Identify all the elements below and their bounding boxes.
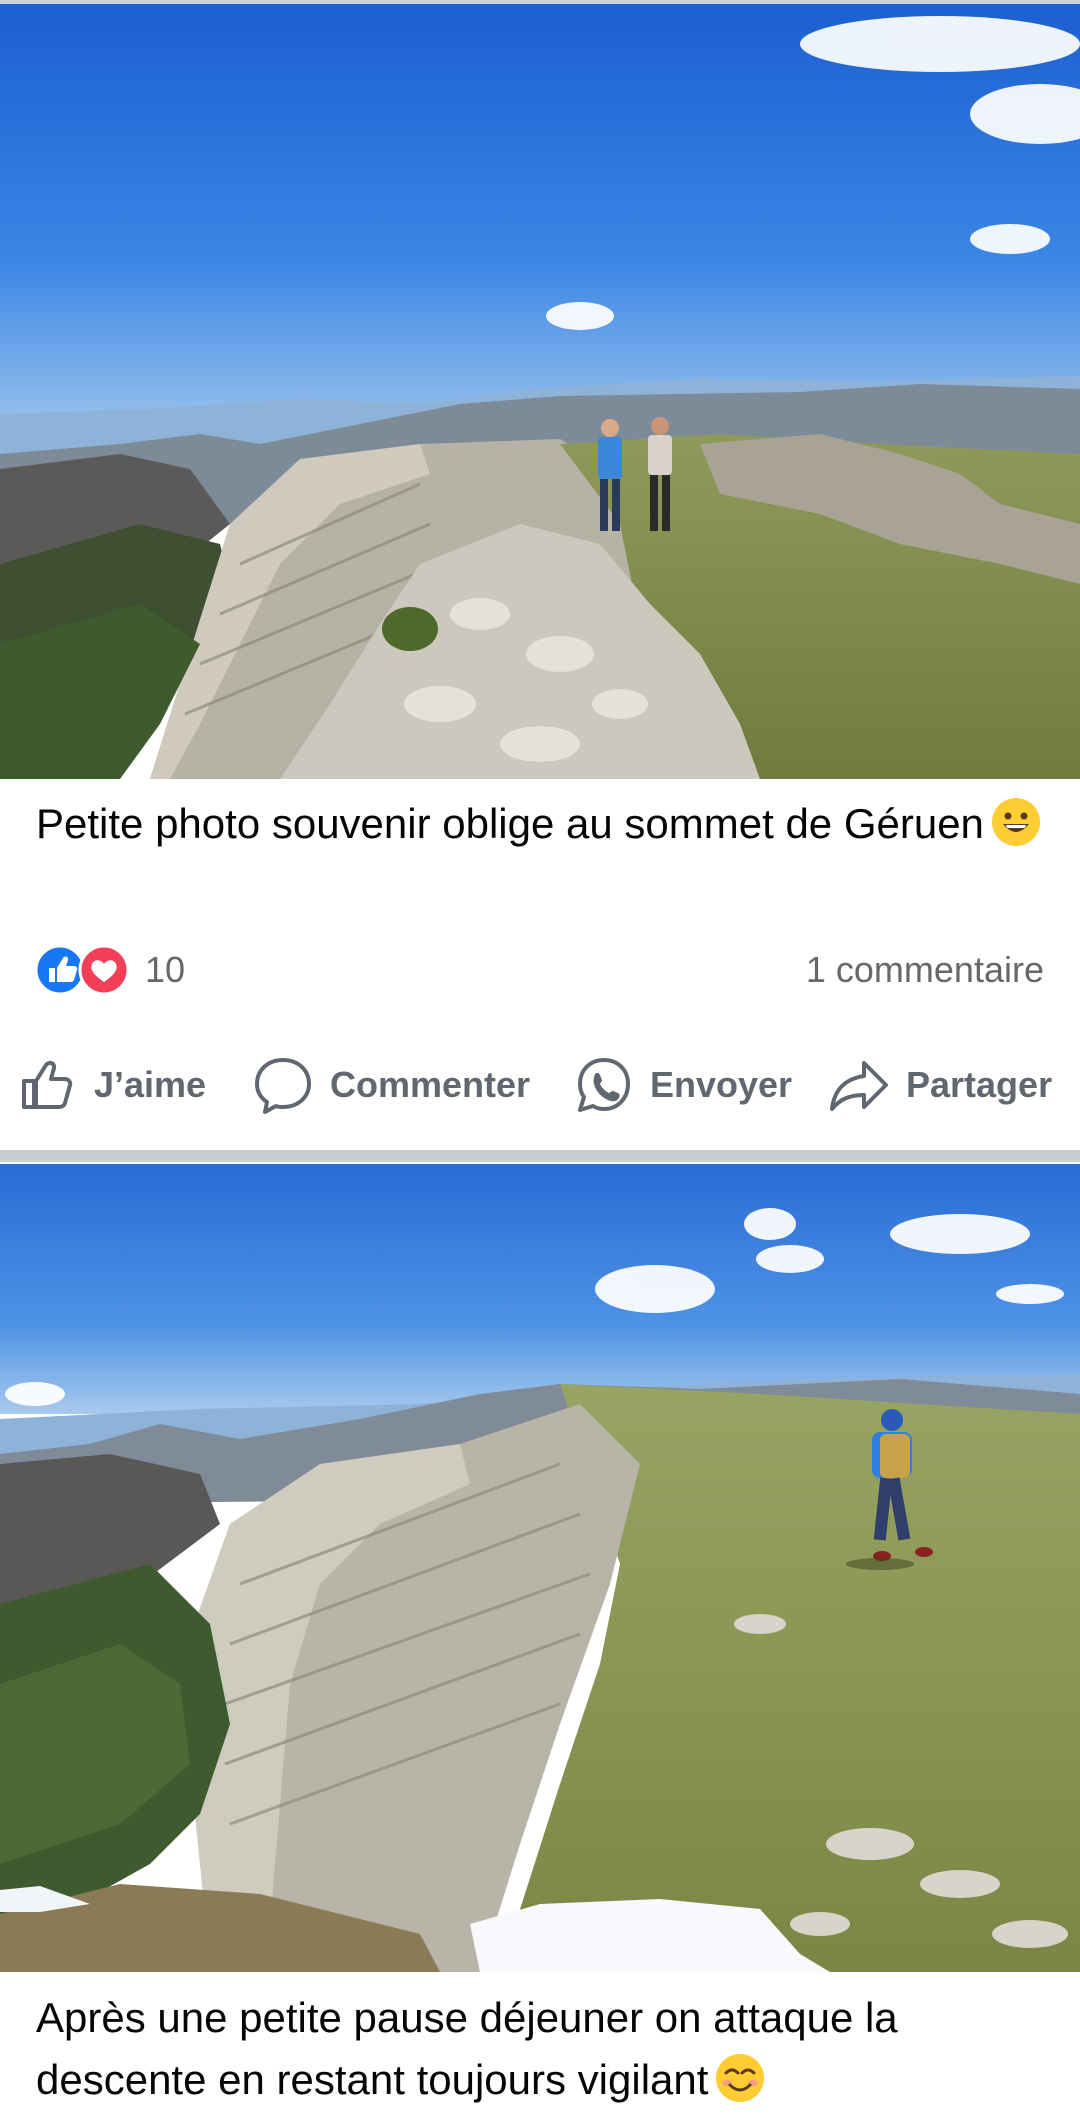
comment-button[interactable]: Commenter: [252, 1050, 530, 1120]
share-button[interactable]: Partager: [828, 1050, 1052, 1120]
post-photo-descent[interactable]: [0, 1164, 1080, 1972]
thumbs-up-icon: [22, 1060, 73, 1109]
like-label: J’aime: [94, 1064, 207, 1105]
send-label: Envoyer: [650, 1064, 793, 1105]
speech-bubble-icon: [255, 1058, 311, 1114]
reaction-count[interactable]: 10: [145, 949, 185, 991]
post-caption: Après une petite pause déjeuner on attaq…: [36, 1987, 1046, 2111]
love-reaction-icon: [78, 944, 130, 996]
reaction-icons[interactable]: [34, 944, 134, 996]
smiling-face-with-smiling-eyes-emoji: [716, 2054, 765, 2102]
reactions-summary[interactable]: 10 1 commentaire: [0, 938, 1080, 1000]
post-separator: [0, 1150, 1080, 1162]
whatsapp-icon: [578, 1058, 630, 1112]
like-button[interactable]: J’aime: [18, 1050, 206, 1120]
share-label: Partager: [906, 1064, 1053, 1105]
comment-label: Commenter: [330, 1064, 531, 1105]
send-whatsapp-button[interactable]: Envoyer: [574, 1050, 792, 1120]
comment-count-link[interactable]: 1 commentaire: [806, 949, 1044, 991]
grinning-face-emoji: [991, 798, 1040, 846]
post-caption-text: Petite photo souvenir oblige au sommet d…: [36, 800, 984, 847]
like-reaction-icon: [34, 944, 86, 996]
share-arrow-icon: [830, 1061, 888, 1111]
post-photo-summit[interactable]: [0, 4, 1080, 779]
post-actions-bar: J’aime Commenter Envoyer Partager: [0, 1050, 1080, 1120]
post-caption-text: Après une petite pause déjeuner on attaq…: [36, 1994, 898, 2103]
post-caption: Petite photo souvenir oblige au sommet d…: [36, 793, 1046, 855]
